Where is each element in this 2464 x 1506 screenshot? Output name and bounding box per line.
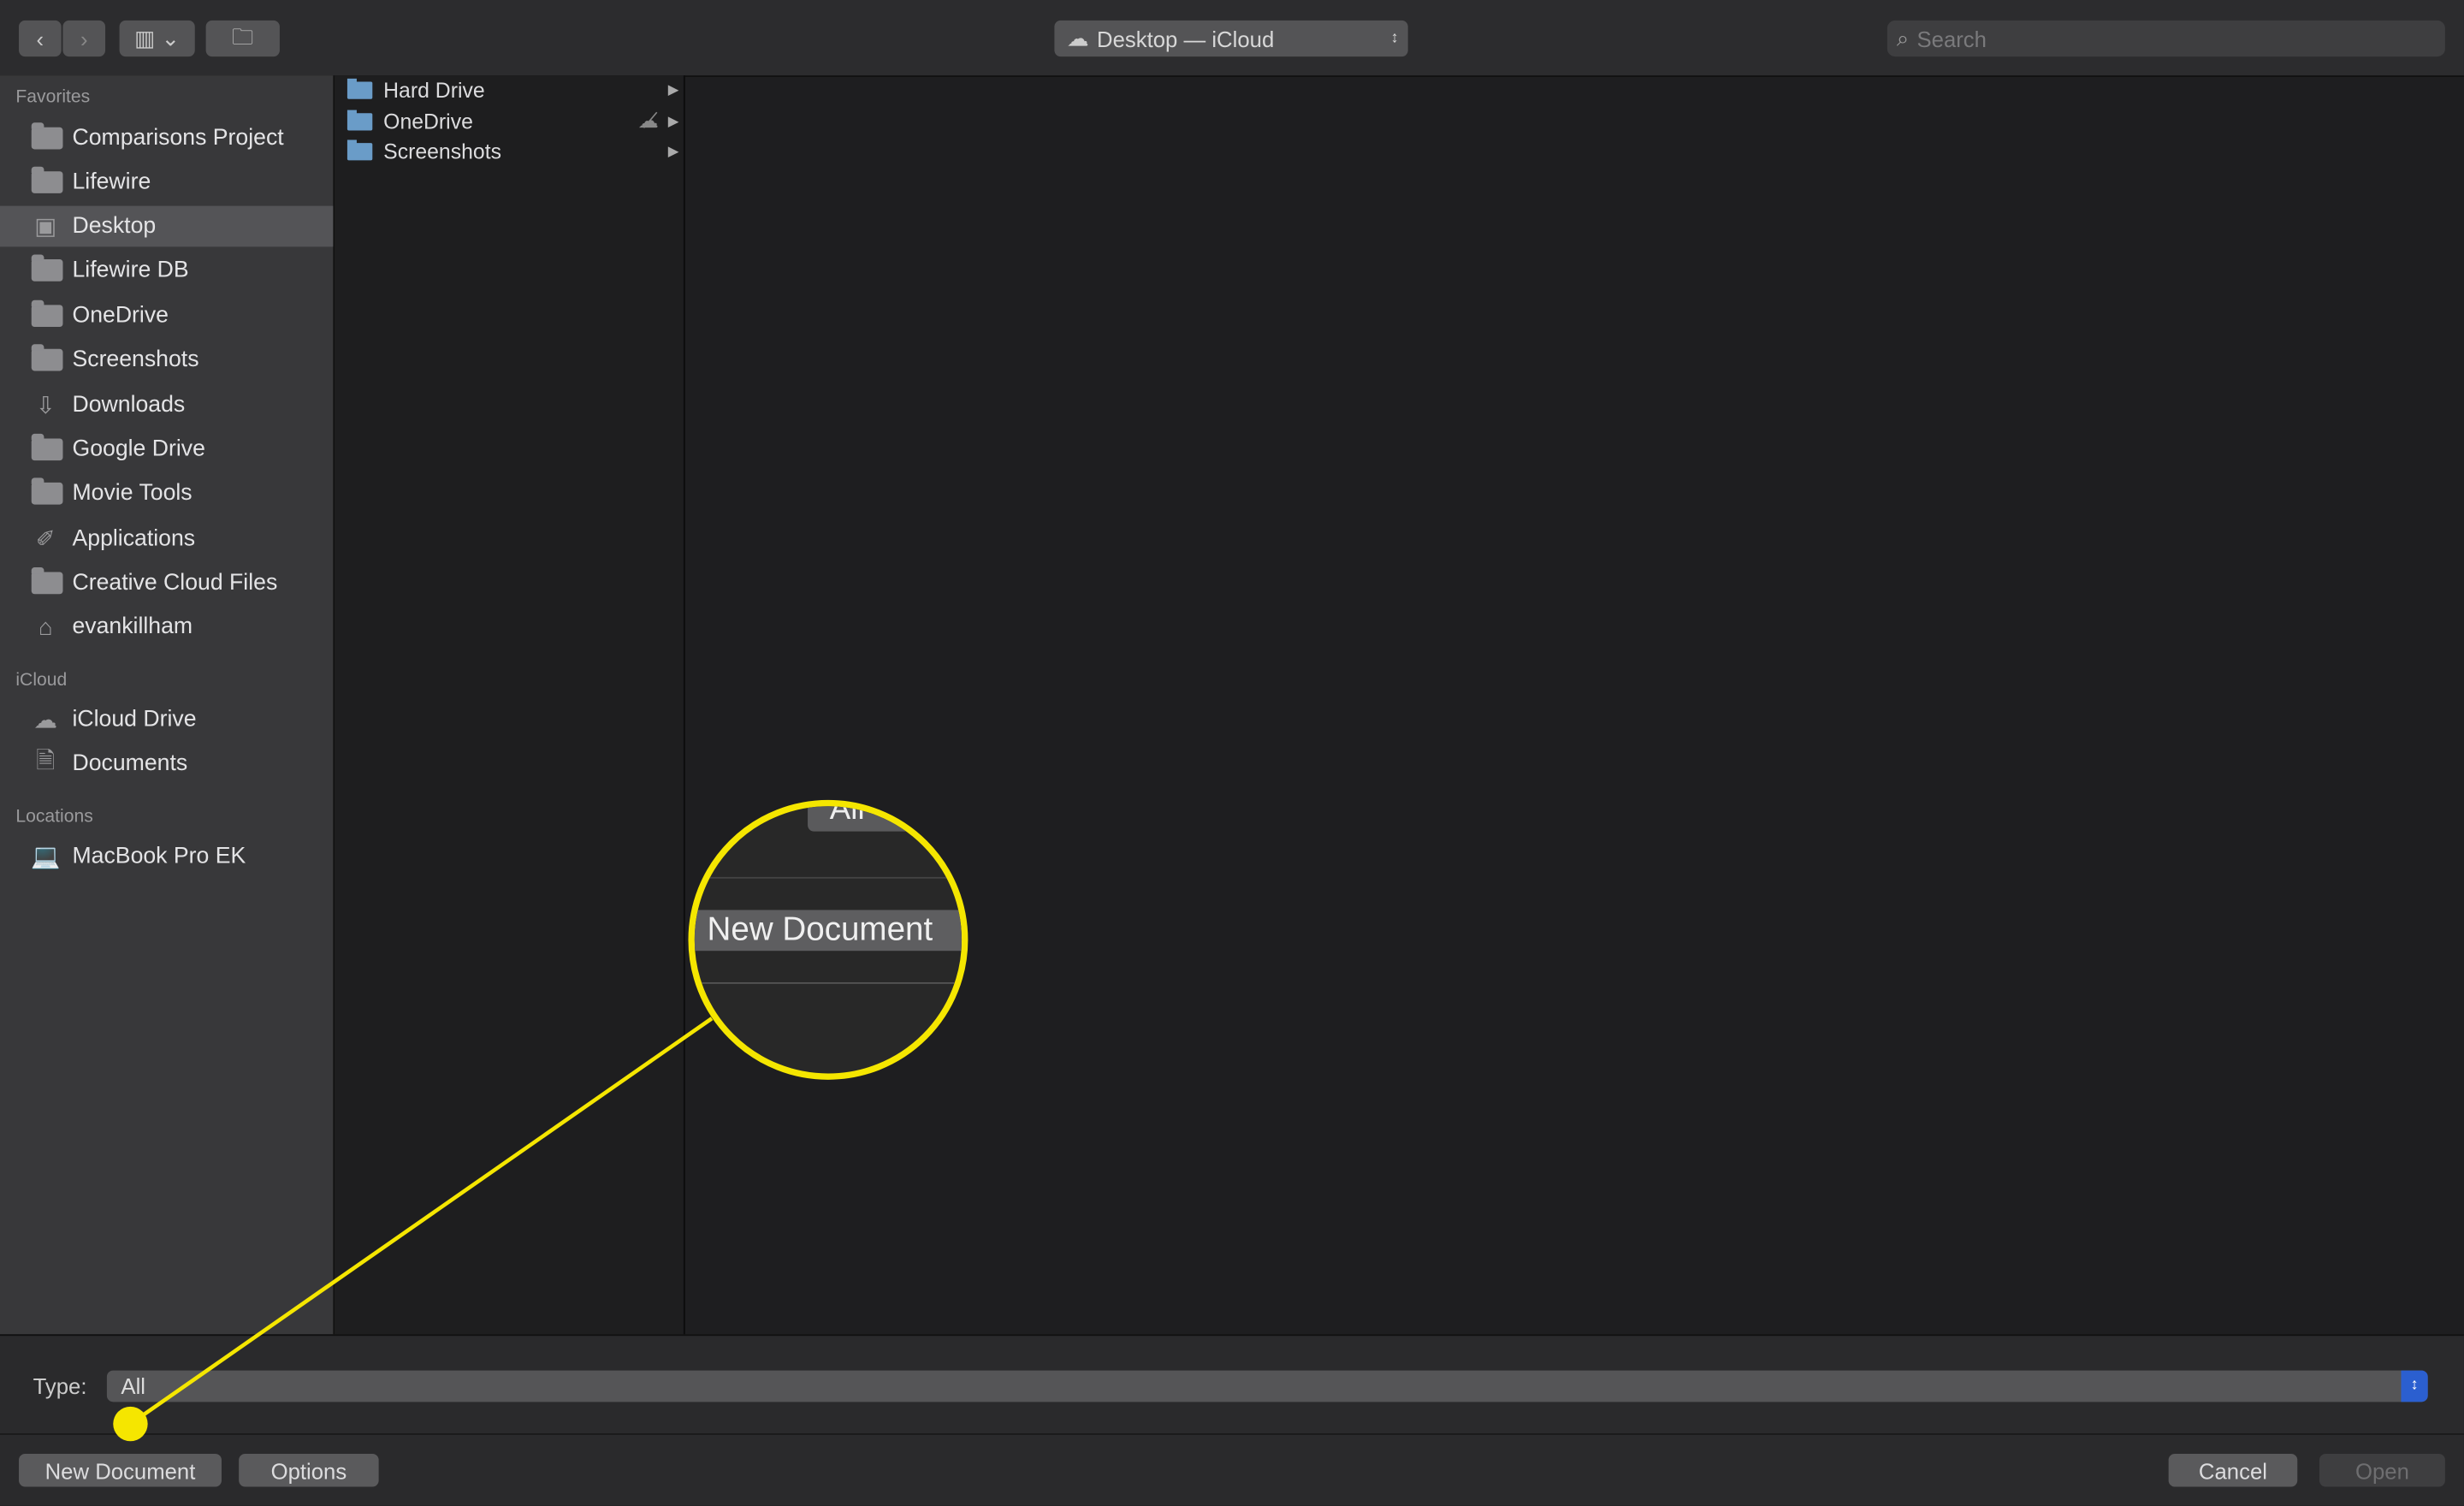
magnified-divider xyxy=(694,981,962,984)
magnifier-callout: All New Document xyxy=(688,799,968,1080)
callout-line xyxy=(129,1017,714,1426)
magnified-new-document: New Document xyxy=(694,910,962,952)
callout-dot xyxy=(113,1406,148,1442)
callout-overlay xyxy=(113,1017,714,1442)
magnified-divider xyxy=(694,876,962,879)
